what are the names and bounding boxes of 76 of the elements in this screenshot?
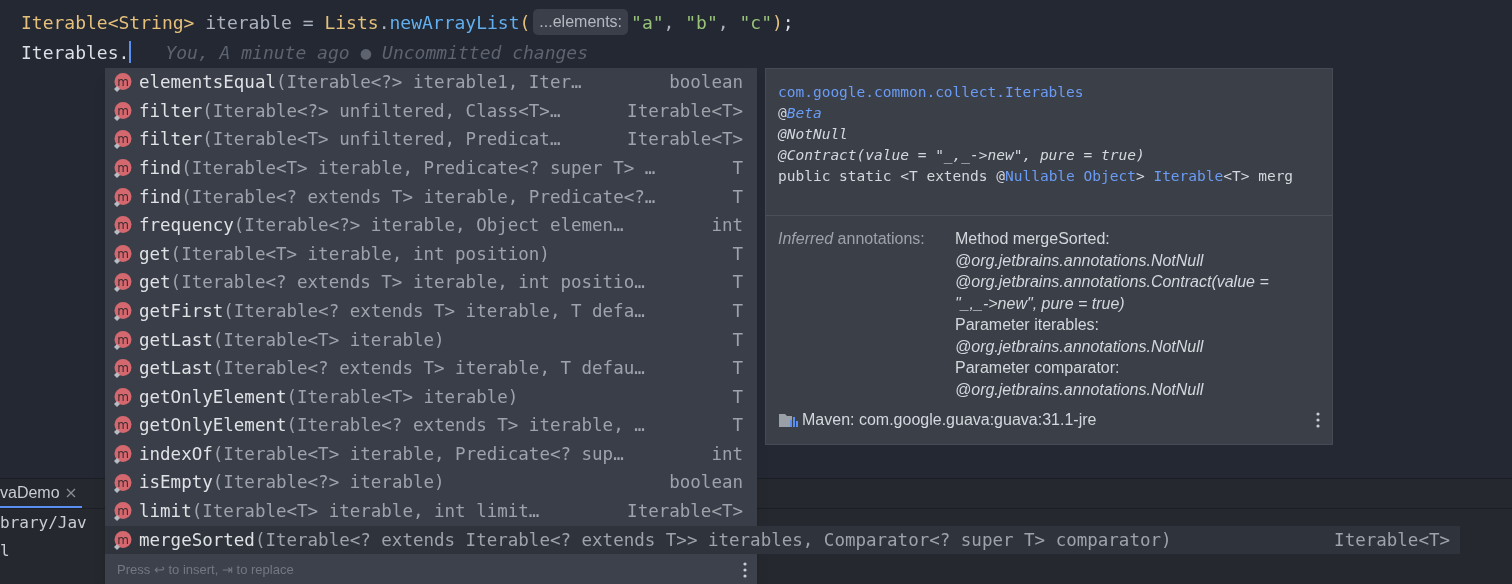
completion-item[interactable]: m getOnlyElement(Iterable<T> iterable) T: [105, 382, 757, 412]
completion-item[interactable]: m elementsEqual(Iterable<?> iterable1, Iter… boolean: [105, 68, 757, 97]
close-icon[interactable]: [65, 487, 76, 498]
code-token: Iterable<String>: [21, 10, 195, 35]
completion-item[interactable]: m limit(Iterable<T> iterable, int limit… Iterable<T>: [105, 496, 757, 526]
method-icon: m: [113, 358, 133, 379]
code-text: public static <T extends @: [778, 168, 1005, 184]
method-icon: m: [113, 72, 133, 93]
method-icon: m: [113, 444, 133, 464]
code-token: ,: [717, 10, 730, 35]
method-icon: m: [113, 243, 133, 264]
code-token: iterable =: [204, 10, 315, 35]
completion-item[interactable]: m find(Iterable<T> iterable, Predicate<? super T> … T: [105, 153, 757, 183]
code-token: Lists: [324, 10, 379, 35]
method-icon: m: [113, 472, 133, 493]
annotation-text: Parameter iterables:: [955, 315, 1101, 335]
completion-item[interactable]: m getOnlyElement(Iterable<? extends T> iterable, … T: [105, 411, 757, 440]
method-icon: m: [113, 272, 133, 293]
method-icon: m: [113, 329, 133, 350]
inferred-annotations-label: Inferred annotations:: [778, 229, 926, 249]
method-icon: m: [113, 129, 133, 150]
completion-item[interactable]: m getFirst(Iterable<? extends T> iterable, T defa… T: [105, 296, 757, 326]
completion-item[interactable]: m filter(Iterable<?> unfiltered, Class<T>… Iterable<T>: [105, 96, 757, 126]
completion-item[interactable]: m get(Iterable<? extends T> iterable, int positio… T: [105, 268, 757, 297]
code-token: .: [378, 10, 390, 35]
library-icon: [778, 412, 798, 428]
parameter-hint: ...elements:: [533, 9, 629, 35]
completion-item[interactable]: m filter(Iterable<T> unfiltered, Predicat… Iterable<T>: [105, 125, 757, 154]
method-icon: m: [113, 100, 133, 121]
code-text: @NotNull: [778, 126, 848, 142]
code-text: <T> merg: [1223, 168, 1294, 184]
code-text: @Contract(value = "_,_->new", pure = true): [778, 147, 1145, 163]
console-text: brary/Jav: [0, 512, 87, 534]
method-icon: m: [113, 301, 133, 322]
code-token: (: [519, 10, 531, 35]
annotation-text: @org.jetbrains.annotations.NotNull: [955, 336, 1205, 357]
code-token: ): [772, 10, 783, 35]
code-token: "b": [685, 10, 718, 35]
code-token: "c": [739, 10, 772, 35]
method-icon: m: [113, 529, 133, 550]
code-link[interactable]: Iterable: [1153, 168, 1224, 184]
method-icon: m: [113, 186, 133, 207]
annotation-text: @org.jetbrains.annotations.NotNull: [955, 250, 1205, 271]
code-token: "a": [631, 10, 664, 35]
completion-item[interactable]: m get(Iterable<T> iterable, int position) T: [105, 239, 757, 269]
library-name: Maven: com.google.guava:guava:31.1-jre: [802, 410, 1097, 430]
code-link[interactable]: com.google.common.collect.Iterables: [778, 84, 1084, 100]
completion-item[interactable]: m frequency(Iterable<?> iterable, Object elemen… int: [105, 210, 757, 240]
console-text: l: [0, 540, 10, 562]
more-options-icon[interactable]: [1316, 412, 1320, 428]
method-icon: m: [113, 415, 133, 436]
method-icon: m: [113, 501, 133, 522]
code-text: >: [1135, 168, 1146, 184]
completion-item[interactable]: m mergeSorted(Iterable<? extends Iterable<? extends T>> iterables, Comparator<? super T> comparator) Iterable<T>: [105, 525, 1460, 555]
annotation-text: @org.jetbrains.annotations.NotNull: [955, 379, 1205, 400]
code-token: ,: [663, 10, 676, 35]
method-icon: m: [113, 158, 133, 179]
completion-item[interactable]: m isEmpty(Iterable<?> iterable) boolean: [105, 468, 757, 497]
code-link[interactable]: Nullable Object: [1005, 168, 1136, 184]
completion-item[interactable]: m getLast(Iterable<T> iterable) T: [105, 325, 757, 354]
method-icon: m: [113, 215, 133, 236]
completion-item[interactable]: m getLast(Iterable<? extends T> iterable, T defau… T: [105, 353, 757, 383]
code-token: Iterables.: [21, 40, 130, 65]
method-icon: m: [113, 386, 133, 407]
code-token: newArrayList: [389, 10, 520, 35]
blame-annotation: You, A minute ago ● Uncommitted changes: [165, 40, 588, 65]
annotation-text: Parameter comparator:: [955, 358, 1121, 378]
code-text: @: [778, 105, 787, 121]
annotation-text: Method mergeSorted:: [955, 229, 1111, 249]
code-token: ;: [782, 10, 794, 35]
more-options-icon[interactable]: [743, 562, 747, 579]
code-link[interactable]: Beta: [786, 105, 822, 121]
file-tab[interactable]: vaDemo: [0, 479, 82, 508]
completion-item[interactable]: m indexOf(Iterable<T> iterable, Predicate<? sup… int: [105, 439, 757, 469]
annotation-text: @org.jetbrains.annotations.Contract(value = "_,_->new", pure = true): [955, 272, 1270, 314]
completion-item[interactable]: m find(Iterable<? extends T> iterable, Predicate<?… T: [105, 182, 757, 211]
